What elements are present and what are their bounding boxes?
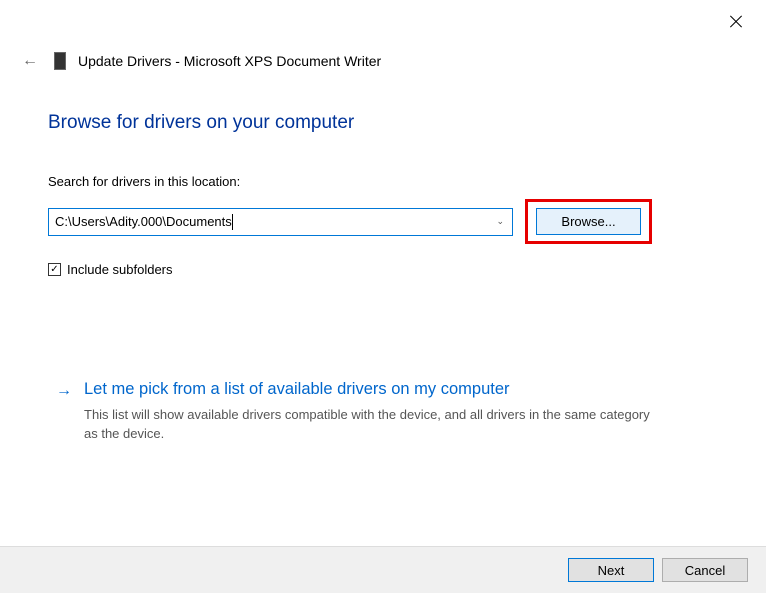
footer: Next Cancel (0, 546, 766, 593)
back-arrow-icon[interactable]: ← (22, 52, 38, 70)
header: ← Update Drivers - Microsoft XPS Documen… (22, 52, 381, 70)
path-value: C:\Users\Adity.000\Documents (55, 214, 232, 229)
text-cursor (232, 214, 233, 230)
pick-from-list-option[interactable]: → Let me pick from a list of available d… (56, 380, 706, 444)
checkbox-icon: ✓ (48, 263, 61, 276)
arrow-right-icon: → (56, 382, 72, 400)
close-icon[interactable] (728, 14, 744, 30)
next-button[interactable]: Next (568, 558, 654, 582)
printer-icon (54, 52, 66, 70)
window-title: Update Drivers - Microsoft XPS Document … (78, 53, 381, 69)
chevron-down-icon[interactable]: ⌄ (496, 216, 504, 227)
option-title: Let me pick from a list of available dri… (84, 380, 510, 399)
browse-highlight: Browse... (525, 199, 652, 244)
search-location-label: Search for drivers in this location: (48, 174, 718, 189)
page-heading: Browse for drivers on your computer (48, 112, 718, 134)
include-subfolders-label: Include subfolders (67, 262, 173, 277)
path-combobox[interactable]: C:\Users\Adity.000\Documents ⌄ (48, 208, 513, 236)
cancel-button[interactable]: Cancel (662, 558, 748, 582)
browse-button[interactable]: Browse... (536, 208, 641, 235)
option-description: This list will show available drivers co… (84, 406, 664, 444)
include-subfolders-checkbox[interactable]: ✓ Include subfolders (48, 262, 718, 277)
